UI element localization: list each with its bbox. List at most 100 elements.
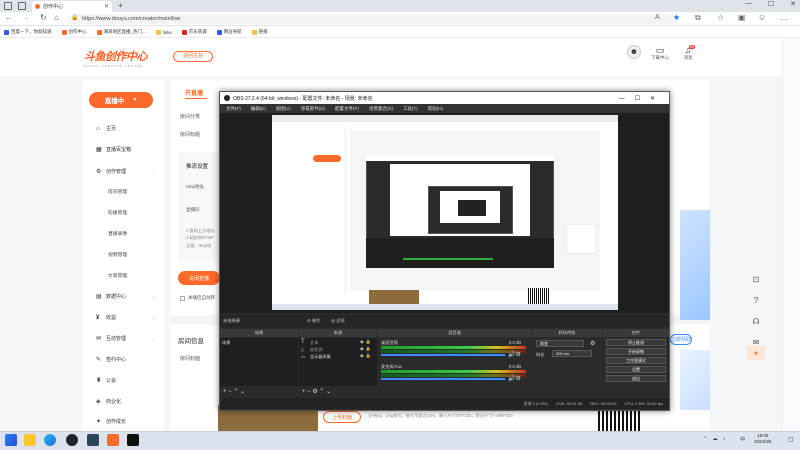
auto-replay-checkbox[interactable] bbox=[180, 296, 185, 301]
source-visibility-icons[interactable]: ◉🔒 bbox=[360, 346, 373, 352]
bookmark-nav[interactable]: 网址导航 bbox=[216, 29, 242, 35]
refresh-icon[interactable]: ↻ bbox=[40, 13, 47, 22]
sidebar-item-home[interactable]: ⌂ 主页 bbox=[96, 125, 116, 133]
feedback-icon[interactable]: ⊡ bbox=[747, 271, 765, 287]
download-center-button[interactable]: ▭ 下载中心 bbox=[646, 45, 674, 61]
bookmark-live[interactable]: 海浪地区直播_热门... bbox=[96, 29, 146, 35]
sidebar-item-articles[interactable]: 文章管理 bbox=[108, 272, 127, 279]
user-avatar[interactable]: ☻ bbox=[627, 45, 641, 59]
scene-item[interactable]: 场景 bbox=[222, 340, 230, 346]
obs-menu-tools[interactable]: 工具(T) bbox=[403, 106, 418, 112]
profile-icon[interactable]: ☺ bbox=[758, 13, 766, 22]
bookmark-jd[interactable]: 京东商城 bbox=[181, 29, 207, 35]
bookmark-baidu[interactable]: 百度一下，你就知道 bbox=[4, 29, 52, 35]
source-item-color[interactable]: 颜色源 bbox=[310, 347, 323, 353]
bookmark-link[interactable]: 链接 bbox=[251, 29, 268, 35]
obs-menu-docks[interactable]: 停靠部件(D) bbox=[301, 106, 325, 112]
desktop-mute-icon[interactable]: 🔊⚙ bbox=[508, 351, 521, 358]
douyu-app-icon[interactable] bbox=[107, 434, 119, 446]
filters-button[interactable]: ▤ 滤镜 bbox=[331, 318, 345, 324]
source-add-remove-controls[interactable]: + − ⚙ ⌃ ⌄ bbox=[302, 388, 331, 395]
promo-banner[interactable] bbox=[680, 210, 710, 320]
source-item-display[interactable]: 显示器采集 bbox=[310, 354, 331, 360]
stop-streaming-button[interactable]: 停止推流 bbox=[606, 339, 666, 346]
duration-input[interactable]: 300 ms bbox=[552, 350, 592, 357]
obs-menu-file[interactable]: 文件(F) bbox=[226, 106, 241, 112]
transition-settings-icon[interactable]: ⚙ bbox=[590, 340, 595, 347]
sidebar-item-toolbox[interactable]: ▦ 直播百宝箱 bbox=[96, 146, 131, 153]
collections-icon[interactable]: ▣ bbox=[738, 13, 746, 22]
edge-browser-icon[interactable] bbox=[44, 434, 56, 446]
obs-window-controls[interactable]: —☐✕ bbox=[619, 95, 665, 102]
sidebar-item-contract[interactable]: ✎ 签约中心 bbox=[96, 356, 126, 363]
obs-menu-view[interactable]: 视图(V) bbox=[276, 106, 291, 112]
desktop-volume-slider[interactable] bbox=[381, 354, 505, 356]
sidebar-item-recordings[interactable]: 直播录像 bbox=[108, 230, 127, 237]
help-icon[interactable]: ? bbox=[747, 292, 765, 308]
obs-menu-profile[interactable]: 配置文件(P) bbox=[335, 106, 359, 112]
properties-button[interactable]: ⚙ 属性 bbox=[307, 318, 320, 324]
minimize-icon[interactable]: — bbox=[745, 0, 752, 8]
messages-button[interactable]: ♫ 消息 bbox=[674, 45, 702, 61]
scene-add-remove-controls[interactable]: + − ⌃ ⌄ bbox=[223, 388, 245, 395]
sidebar-item-creation-manage[interactable]: ⚙ 创作管理 ⌃ bbox=[96, 168, 155, 175]
input-method[interactable]: 中 bbox=[740, 436, 745, 443]
stop-live-button[interactable]: 关闭直播 bbox=[178, 271, 220, 285]
new-tab-icon[interactable]: + bbox=[118, 1, 123, 10]
steam-icon[interactable] bbox=[87, 434, 99, 446]
claim-now-button[interactable]: 立即领取 bbox=[670, 334, 692, 345]
gift-icon[interactable]: ★ bbox=[747, 346, 765, 360]
extensions-icon[interactable]: ⧉ bbox=[695, 13, 701, 23]
source-visibility-icons[interactable]: ◉🔒 bbox=[360, 353, 373, 359]
sidebar-item-room-manage[interactable]: 房间管理 bbox=[108, 188, 127, 195]
tab-overview-icon[interactable] bbox=[18, 2, 26, 10]
studio-mode-button[interactable]: 工作室模式 bbox=[606, 357, 666, 364]
maximize-icon[interactable]: ☐ bbox=[768, 0, 774, 8]
tab-start-live[interactable]: 开直播 bbox=[185, 88, 203, 97]
headset-icon[interactable]: ☊ bbox=[747, 313, 765, 329]
settings-button[interactable]: 设置 bbox=[606, 366, 666, 373]
sidebar-item-income[interactable]: ¥ 收益 ⌄ bbox=[96, 314, 155, 322]
mic-volume-slider[interactable] bbox=[381, 378, 505, 380]
transition-select[interactable]: 渐变 bbox=[536, 340, 584, 347]
sidebar-item-videos[interactable]: 视频管理 bbox=[108, 251, 127, 258]
bookmark-links[interactable]: links bbox=[155, 29, 172, 35]
read-aloud-icon[interactable]: A bbox=[655, 14, 660, 21]
obs-menu-help[interactable]: 帮助(H) bbox=[428, 106, 443, 112]
start-menu-icon[interactable] bbox=[5, 434, 17, 446]
sidebar-item-interaction[interactable]: ✉ 互动管理 ⌄ bbox=[96, 335, 155, 342]
source-item-text[interactable]: 文本 bbox=[310, 340, 318, 346]
sidebar-item-data-center[interactable]: ▤ 数据中心 ⌄ bbox=[96, 293, 155, 300]
app-m-icon[interactable] bbox=[127, 434, 139, 446]
exit-button[interactable]: 退出 bbox=[606, 375, 666, 382]
window-controls[interactable]: — ☐ ✕ bbox=[741, 0, 800, 8]
obs-title-bar[interactable]: OBS 27.2.4 (64-bit, windows) - 配置文件: 未命名… bbox=[220, 92, 669, 104]
forward-icon[interactable]: → bbox=[22, 13, 30, 22]
mic-mute-icon[interactable]: 🔊⚙ bbox=[508, 375, 521, 382]
taskbar-clock[interactable]: 18:05 2024/3/6 bbox=[754, 433, 772, 445]
sidebar-item-business[interactable]: ◈ 商业化 bbox=[96, 398, 121, 405]
page-scrollbar[interactable] bbox=[782, 38, 800, 431]
tab-close-icon[interactable]: ✕ bbox=[104, 3, 109, 10]
home-browser-icon[interactable]: ⌂ bbox=[54, 13, 59, 22]
back-to-main-site-button[interactable]: 返回主站 bbox=[173, 51, 213, 62]
sidebar-item-guild[interactable]: ♜ 公会 bbox=[96, 377, 116, 384]
sidebar-item-growth[interactable]: ✦ 创作成长 bbox=[96, 418, 126, 425]
live-status-button[interactable]: 直播中 ▼ bbox=[89, 92, 153, 108]
upload-cover-button[interactable]: 上传封面 bbox=[323, 411, 361, 423]
browser-tab-active[interactable]: 创作中心 ✕ bbox=[32, 1, 112, 12]
obs-taskbar-icon[interactable] bbox=[66, 434, 78, 446]
file-explorer-icon[interactable] bbox=[24, 434, 36, 446]
favorite-star-icon[interactable]: ★ bbox=[673, 13, 680, 22]
source-visibility-icons[interactable]: ◉🔒 bbox=[360, 339, 373, 345]
obs-menu-scene-collection[interactable]: 场景集合(S) bbox=[369, 106, 393, 112]
system-tray-icons[interactable]: ⌃ ☁ ♪ bbox=[703, 436, 727, 442]
address-bar[interactable]: https://www.douyu.com/creator/main/live bbox=[68, 14, 678, 24]
close-window-icon[interactable]: ✕ bbox=[790, 0, 796, 8]
more-menu-icon[interactable]: … bbox=[780, 13, 788, 22]
back-icon[interactable]: ← bbox=[5, 13, 13, 22]
window-menu-icon[interactable] bbox=[4, 2, 12, 10]
start-recording-button[interactable]: 开始录制 bbox=[606, 348, 666, 355]
douyu-creator-logo[interactable]: 斗鱼创作中心 DOUYU CREATOR CENTER bbox=[84, 48, 148, 68]
notification-icon[interactable]: ▢ bbox=[788, 436, 794, 443]
